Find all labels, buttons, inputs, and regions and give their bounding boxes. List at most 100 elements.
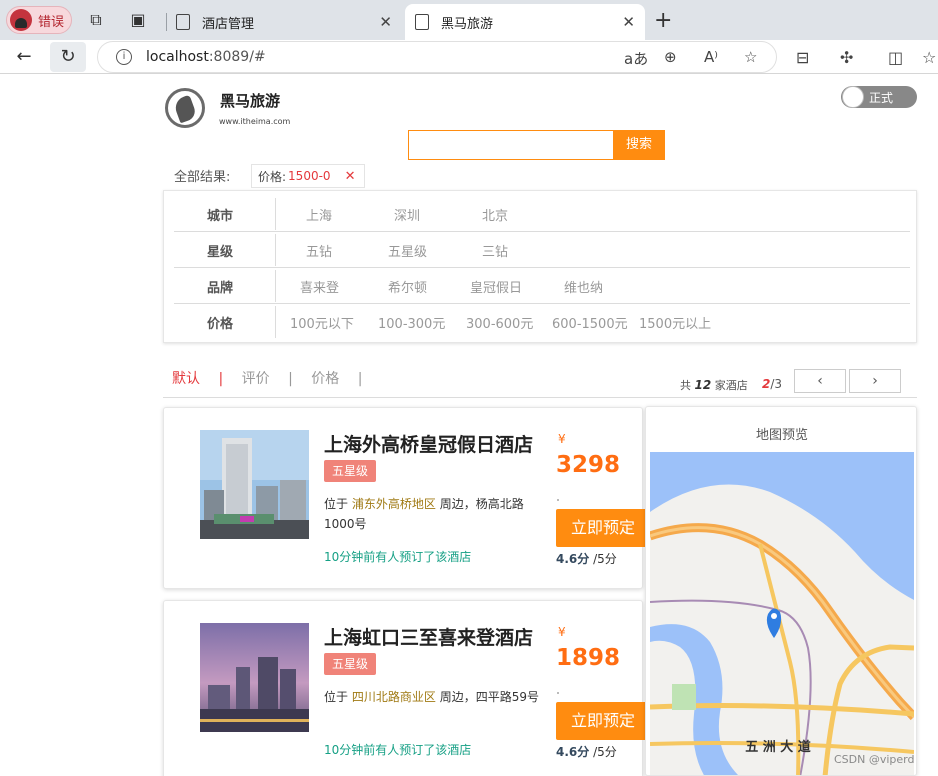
filter-option[interactable]: 深圳 xyxy=(394,205,420,224)
read-aloud-icon[interactable]: A⁾ xyxy=(704,48,718,66)
brand-name: 黑马旅游 xyxy=(220,92,281,110)
all-results-label: 全部结果: xyxy=(174,170,231,185)
hotel-address: 位于 浦东外高桥地区 周边，杨高北路1000号 xyxy=(324,497,524,531)
sort-price[interactable]: 价格 | xyxy=(311,371,362,387)
star-badge: 五星级 xyxy=(324,653,377,675)
prev-page-button[interactable]: ‹ xyxy=(794,369,846,393)
business-area: 浦东外高桥地区 xyxy=(351,497,436,511)
close-tab-icon[interactable]: ✕ xyxy=(622,13,635,31)
filter-row-price: 价格 100元以下 100-300元 300-600元 600-1500元 15… xyxy=(174,304,910,340)
filter-row-star: 星级 五钻 五星级 三钻 xyxy=(174,232,910,268)
filter-tag-key: 价格: xyxy=(258,169,287,184)
hotel-score: 4.6分 /5分 xyxy=(556,745,617,759)
tab-hotel-admin[interactable]: 酒店管理 ✕ xyxy=(166,4,402,40)
back-button[interactable]: ← xyxy=(6,42,42,72)
map-canvas[interactable]: 五 洲 大 道 xyxy=(650,452,914,776)
filter-option[interactable]: 北京 xyxy=(482,205,508,224)
map-road-label: 五 洲 大 道 xyxy=(745,739,811,755)
filter-row-brand: 品牌 喜来登 希尔顿 皇冠假日 维也纳 xyxy=(174,268,910,304)
currency-symbol: ¥ xyxy=(558,432,566,446)
site-logo[interactable] xyxy=(165,88,205,128)
book-now-button[interactable]: 立即预定 xyxy=(556,702,650,740)
zoom-icon[interactable]: ⊕ xyxy=(664,48,677,66)
tab-title: 黑马旅游 xyxy=(441,16,494,32)
sort-default[interactable]: 默认 | xyxy=(172,371,223,387)
favorites-icon[interactable]: ☆ xyxy=(922,48,936,67)
tab-actions-icon[interactable]: ▣ xyxy=(128,10,148,30)
page-icon xyxy=(415,14,429,30)
filter-option[interactable]: 皇冠假日 xyxy=(470,277,522,296)
filter-key: 价格 xyxy=(206,317,233,332)
filter-option[interactable]: 100元以下 xyxy=(290,313,354,332)
browser-tab-bar: 错误 ⧉ ▣ 酒店管理 ✕ 黑马旅游 ✕ + xyxy=(0,0,938,40)
filter-option[interactable]: 三钻 xyxy=(482,241,508,260)
search-button[interactable]: 搜索 xyxy=(613,130,665,160)
total-count: 共 12 家酒店 xyxy=(680,378,748,392)
filter-option[interactable]: 300-600元 xyxy=(466,313,533,332)
reload-button[interactable]: ↻ xyxy=(50,42,86,72)
hotel-name[interactable]: 上海外高桥皇冠假日酒店 xyxy=(324,430,533,457)
active-filter-tag: 价格: 1500-0 ✕ xyxy=(251,164,365,188)
filter-option[interactable]: 五钻 xyxy=(306,241,332,260)
filter-key: 城市 xyxy=(206,209,233,224)
search-input[interactable] xyxy=(408,130,614,160)
currency-symbol: ¥ xyxy=(558,625,566,639)
site-info-icon[interactable]: i xyxy=(116,49,132,65)
hotel-score: 4.6分 /5分 xyxy=(556,552,617,566)
filter-option[interactable]: 喜来登 xyxy=(300,277,339,296)
brand-url: www.itheima.com xyxy=(219,117,291,126)
env-toggle[interactable]: 正式 xyxy=(841,86,917,108)
filter-row-city: 城市 上海 深圳 北京 xyxy=(174,196,910,232)
new-tab-icon[interactable]: + xyxy=(654,8,672,33)
remove-filter-icon[interactable]: ✕ xyxy=(345,169,356,184)
filter-key: 品牌 xyxy=(206,281,233,296)
hotel-price: 1898 xyxy=(556,645,621,671)
book-now-button[interactable]: 立即预定 xyxy=(556,509,650,547)
close-tab-icon[interactable]: ✕ xyxy=(379,13,392,31)
map-preview-panel: 地图预览 五 洲 大 道 xyxy=(645,406,917,776)
profile-error-label: 错误 xyxy=(38,14,65,30)
page-indicator: 2/3 xyxy=(762,377,783,391)
recent-booking-note: 10分钟前有人预订了该酒店 xyxy=(324,550,472,564)
address-bar[interactable]: i localhost:8089/# aあ ⊕ A⁾ ☆ xyxy=(97,41,777,73)
watermark: CSDN @viperd xyxy=(834,753,915,766)
profile-error-button[interactable]: 错误 xyxy=(6,6,72,34)
filter-option[interactable]: 1500元以上 xyxy=(639,313,711,332)
filter-panel: 城市 上海 深圳 北京 星级 五钻 五星级 三钻 品牌 喜来登 希尔顿 皇冠假日… xyxy=(163,190,917,343)
sort-rating[interactable]: 评价 | xyxy=(242,371,293,387)
hotel-photo xyxy=(200,430,309,539)
hotel-price: 3298 xyxy=(556,452,621,478)
business-area: 四川北路商业区 xyxy=(351,690,436,704)
filter-option[interactable]: 维也纳 xyxy=(564,277,603,296)
page-icon xyxy=(176,14,190,30)
filter-option[interactable]: 五星级 xyxy=(388,241,427,260)
filter-tag-value: 1500-0 xyxy=(288,169,331,183)
toggle-knob xyxy=(842,86,864,108)
filter-option[interactable]: 希尔顿 xyxy=(388,277,427,296)
profile-avatar xyxy=(10,9,32,31)
translate-icon[interactable]: aあ xyxy=(624,48,648,69)
filter-option[interactable]: 上海 xyxy=(306,205,332,224)
hotel-card[interactable]: 上海虹口三至喜来登酒店 五星级 位于 四川北路商业区 周边，四平路59号 10分… xyxy=(163,600,650,776)
map-title: 地图预览 xyxy=(755,428,808,443)
workspaces-icon[interactable]: ⧉ xyxy=(86,10,106,30)
filter-key: 星级 xyxy=(206,245,233,260)
url-text: localhost:8089/# xyxy=(146,49,266,65)
filter-option[interactable]: 600-1500元 xyxy=(552,313,628,332)
hotel-address: 位于 四川北路商业区 周边，四平路59号 xyxy=(324,690,539,704)
split-screen-icon[interactable]: ◫ xyxy=(888,48,903,67)
toggle-label: 正式 xyxy=(869,91,894,105)
hotel-photo xyxy=(200,623,309,732)
tab-title: 酒店管理 xyxy=(202,16,255,32)
filter-option[interactable]: 100-300元 xyxy=(378,313,445,332)
hotel-card[interactable]: 上海外高桥皇冠假日酒店 五星级 位于 浦东外高桥地区 周边，杨高北路1000号 … xyxy=(163,407,650,589)
star-badge: 五星级 xyxy=(324,460,377,482)
collections-icon[interactable]: ⊟ xyxy=(796,48,809,67)
tab-heima-travel[interactable]: 黑马旅游 ✕ xyxy=(405,4,645,40)
favorite-star-icon[interactable]: ☆ xyxy=(744,48,757,66)
hotel-name[interactable]: 上海虹口三至喜来登酒店 xyxy=(324,623,533,650)
next-page-button[interactable]: › xyxy=(849,369,901,393)
sort-bar: 默认 | 评价 | 价格 | xyxy=(172,368,376,388)
recent-booking-note: 10分钟前有人预订了该酒店 xyxy=(324,743,472,757)
extensions-icon[interactable]: ✣ xyxy=(840,48,853,67)
